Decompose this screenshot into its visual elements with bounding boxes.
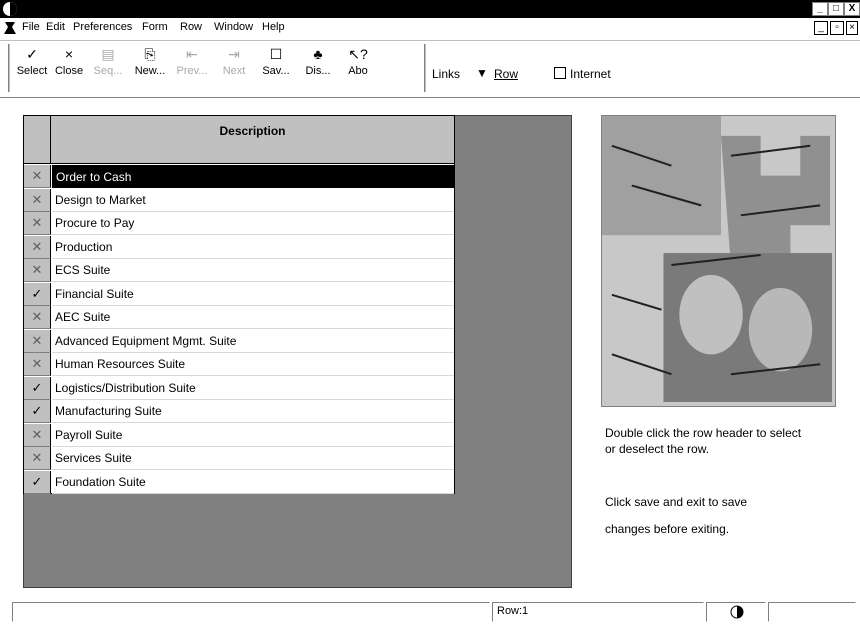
display-button[interactable]: ♣ Dis... — [298, 43, 338, 95]
binoculars-icon: ♣ — [313, 46, 323, 62]
menu-row[interactable]: Row — [180, 21, 202, 33]
toolbar-separator — [424, 44, 427, 92]
grid-row-description[interactable]: Order to Cash — [52, 165, 454, 188]
internet-link[interactable]: Internet — [570, 67, 611, 81]
grid-row-description[interactable]: Design to Market — [52, 189, 454, 212]
status-row-indicator: Row:1 — [492, 602, 704, 622]
row-header[interactable]: ✕ — [24, 188, 51, 212]
column-header-description[interactable]: Description — [51, 116, 454, 164]
document-icon: ▤ — [101, 46, 115, 62]
x-icon: × — [64, 46, 74, 62]
next-arrow-icon: ⇥ — [228, 46, 240, 62]
help-text-line1: Double click the row header to select — [605, 426, 802, 440]
x-mark-icon: ✕ — [31, 356, 43, 371]
toolbar-grip — [8, 44, 11, 92]
x-mark-icon: ✕ — [31, 238, 43, 254]
window-title-form: [Application Suite Selection] — [148, 1, 311, 15]
about-button[interactable]: ↖? Abo — [340, 43, 376, 95]
row-header[interactable]: ✕ — [24, 329, 51, 353]
x-mark-icon: ✕ — [31, 191, 43, 207]
new-button[interactable]: ⎘ New... — [130, 43, 170, 95]
checkmark-icon: ✓ — [31, 473, 43, 489]
grid-row-description[interactable]: Procure to Pay — [52, 212, 454, 235]
x-mark-icon: ✕ — [31, 215, 43, 230]
checkmark-icon: ✓ — [31, 379, 43, 395]
prev-button[interactable]: ⇤ Prev... — [172, 43, 212, 95]
internet-icon[interactable] — [554, 67, 566, 79]
globe-icon — [730, 605, 744, 619]
menu-preferences[interactable]: Preferences — [73, 21, 132, 33]
x-mark-icon: ✕ — [31, 332, 43, 348]
x-mark-icon: ✕ — [31, 168, 43, 183]
row-menu[interactable]: Row — [494, 67, 518, 81]
close-window-button[interactable]: X — [844, 2, 860, 16]
row-header[interactable]: ✕ — [24, 165, 51, 188]
row-header[interactable]: ✓ — [24, 400, 51, 423]
menu-help[interactable]: Help — [262, 21, 285, 33]
x-mark-icon: ✕ — [31, 309, 43, 324]
grid-row-description[interactable]: Services Suite — [52, 447, 454, 470]
help-pointer-icon: ↖? — [348, 46, 368, 62]
menu-window[interactable]: Window — [214, 21, 253, 33]
grid-row-description[interactable]: Financial Suite — [52, 283, 454, 306]
toolbar — [0, 40, 860, 98]
row-header[interactable]: ✓ — [24, 470, 51, 494]
row-header[interactable]: ✕ — [24, 259, 51, 282]
menu-edit[interactable]: Edit — [46, 21, 65, 33]
row-header[interactable]: ✕ — [24, 353, 51, 376]
select-button[interactable]: ✓ Select — [14, 43, 50, 95]
minimize-button[interactable]: _ — [812, 2, 828, 16]
row-header[interactable]: ✓ — [24, 282, 51, 306]
checkmark-icon: ✓ — [26, 46, 38, 62]
app-globe-icon[interactable] — [2, 1, 18, 17]
dropdown-arrow-icon[interactable]: ▼ — [476, 66, 488, 80]
menu-form[interactable]: Form — [142, 21, 168, 33]
maximize-button[interactable]: □ — [828, 2, 844, 16]
links-menu[interactable]: Links — [432, 67, 460, 81]
grid-row-description[interactable]: Manufacturing Suite — [52, 400, 454, 423]
close-button[interactable]: × Close — [50, 43, 88, 95]
mdi-close-button[interactable]: × — [846, 21, 858, 35]
x-mark-icon: ✕ — [31, 262, 43, 277]
row-header[interactable]: ✕ — [24, 423, 51, 447]
x-mark-icon: ✕ — [31, 426, 43, 442]
status-pane-extra — [768, 602, 856, 622]
checkmark-icon: ✓ — [31, 403, 43, 418]
save-box-icon: ☐ — [269, 46, 283, 62]
new-page-icon: ⎘ — [144, 46, 156, 62]
grid-row-description[interactable]: Advanced Equipment Mgmt. Suite — [52, 330, 454, 353]
seq-button[interactable]: ▤ Seq... — [90, 43, 126, 95]
row-header[interactable]: ✓ — [24, 376, 51, 400]
next-button[interactable]: ⇥ Next — [214, 43, 254, 95]
checkmark-icon: ✓ — [31, 285, 43, 301]
row-header[interactable]: ✕ — [24, 447, 51, 470]
grid-row-description[interactable]: Foundation Suite — [52, 471, 454, 494]
prev-arrow-icon: ⇤ — [186, 46, 198, 62]
help-text-line2: or deselect the row. — [605, 442, 710, 456]
grid-corner-header[interactable] — [24, 116, 51, 164]
collage-image — [601, 115, 836, 407]
save-button[interactable]: ☐ Sav... — [256, 43, 296, 95]
row-header[interactable]: ✕ — [24, 306, 51, 329]
help-text-line3: Click save and exit to save — [605, 495, 748, 509]
grid-row-description[interactable]: Production — [52, 236, 454, 259]
status-pane-message — [12, 602, 490, 622]
grid-row-description[interactable]: Logistics/Distribution Suite — [52, 377, 454, 400]
menu-file[interactable]: File — [22, 21, 40, 33]
grid-row-description[interactable]: ECS Suite — [52, 259, 454, 282]
grid-row-description[interactable]: Human Resources Suite — [52, 353, 454, 376]
mdi-restore-button[interactable]: ▫ — [830, 21, 844, 35]
row-header[interactable]: ✕ — [24, 235, 51, 259]
x-mark-icon: ✕ — [31, 450, 43, 465]
form-menu-icon[interactable] — [2, 20, 18, 36]
help-text-line4: changes before exiting. — [605, 522, 730, 536]
mdi-minimize-button[interactable]: _ — [814, 21, 828, 35]
grid-row-description[interactable]: AEC Suite — [52, 306, 454, 329]
window-title-app: Customer Rough Cut - — [24, 1, 152, 15]
grid-row-description[interactable]: Payroll Suite — [52, 424, 454, 447]
row-header[interactable]: ✕ — [24, 212, 51, 235]
